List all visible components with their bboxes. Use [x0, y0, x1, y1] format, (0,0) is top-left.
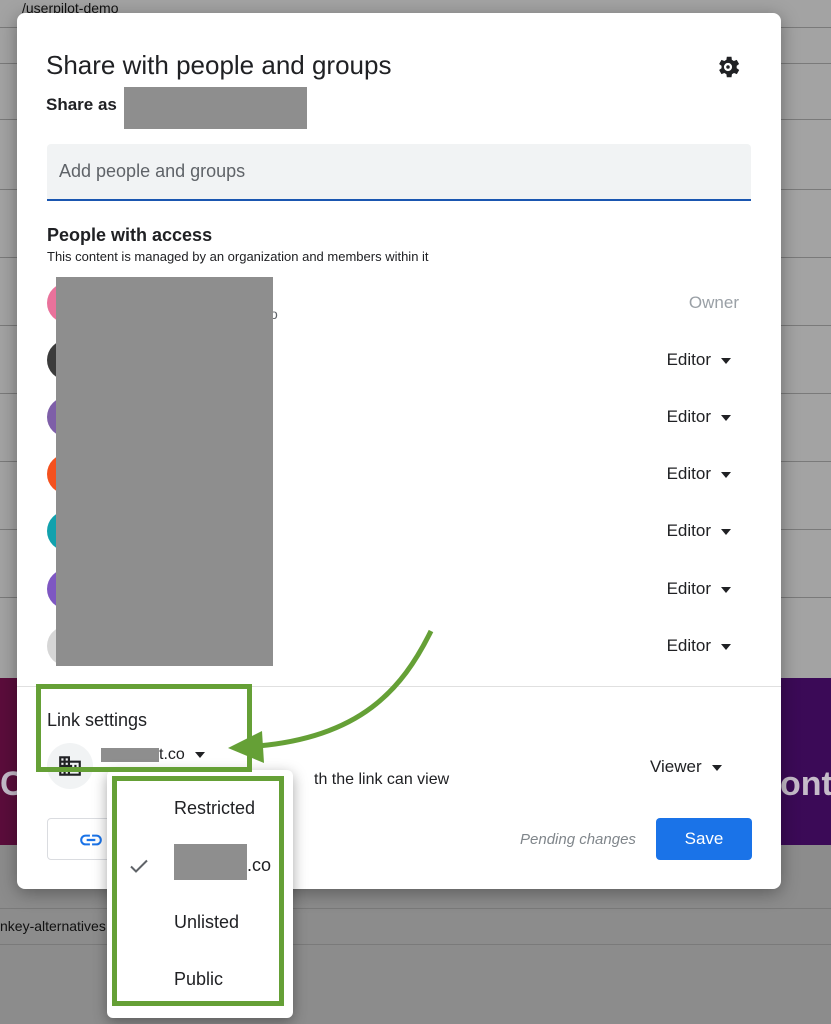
annotation-arrow	[228, 629, 434, 763]
